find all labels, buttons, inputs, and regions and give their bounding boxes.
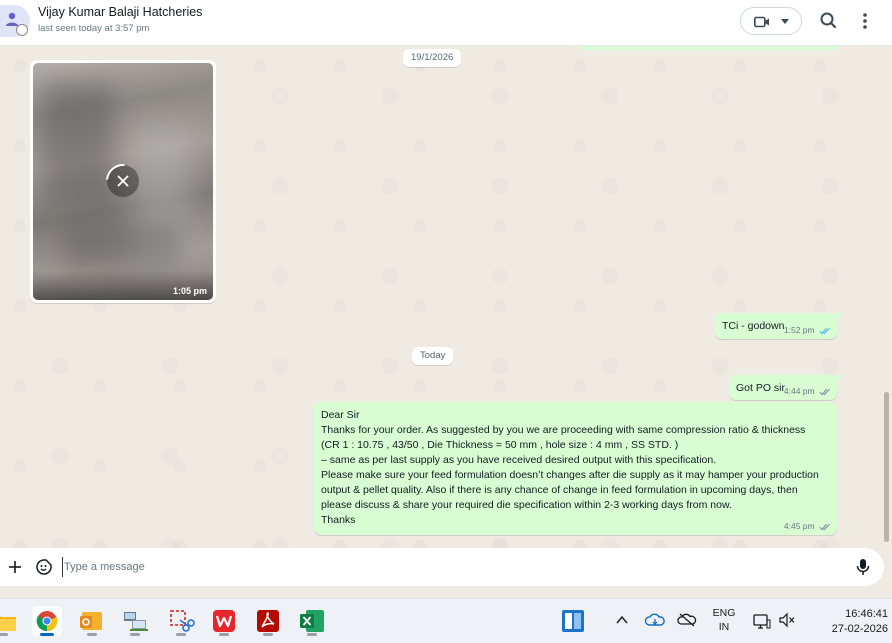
message-line: (CR 1 : 10.75 , 43/50 , Die Thickness = … xyxy=(321,439,679,451)
video-camera-icon xyxy=(754,16,769,28)
taskbar-network-app[interactable] xyxy=(120,606,150,636)
keyboard-region: IN xyxy=(718,621,730,633)
mail-app-icon xyxy=(80,612,102,630)
message-meta: 4:44 pm xyxy=(784,386,831,396)
attach-button[interactable] xyxy=(6,558,24,576)
chrome-icon xyxy=(36,611,58,632)
language-indicator[interactable]: ENG IN xyxy=(707,607,741,633)
plus-icon xyxy=(9,561,21,573)
taskbar-snipping-tool[interactable] xyxy=(166,606,196,636)
sticker-icon xyxy=(36,559,52,575)
scissors-icon xyxy=(170,610,195,632)
contact-name[interactable]: Vijay Kumar Balaji Hatcheries xyxy=(38,5,202,19)
compose-bar xyxy=(0,548,892,598)
taskbar-excel[interactable] xyxy=(297,606,327,636)
message-line: output & pellet quality. Also if there i… xyxy=(321,484,798,496)
taskbar-acrobat[interactable] xyxy=(253,606,283,636)
message-list[interactable]: 19/1/2026 1:05 pm TCi - godown 1:52 pm T… xyxy=(0,46,892,548)
contact-avatar[interactable] xyxy=(0,5,30,37)
cloud-offline-tray-button[interactable] xyxy=(677,612,697,628)
cloud-sync-icon xyxy=(644,613,665,626)
date-separator: 19/1/2026 xyxy=(403,49,462,67)
message-text: Dear Sir Thanks for your order. As sugge… xyxy=(321,408,829,528)
message-time: 4:44 pm xyxy=(783,386,815,396)
search-icon xyxy=(820,12,837,29)
windows-taskbar: ENG IN 16:46:41 27-02-2026 xyxy=(0,598,892,643)
network-tray-button[interactable] xyxy=(752,612,772,630)
show-hidden-icons-button[interactable] xyxy=(614,613,630,627)
outgoing-message[interactable]: Got PO sir 4:44 pm xyxy=(729,375,843,400)
previous-message-bubble xyxy=(578,46,840,50)
image-thumbnail[interactable]: 1:05 pm xyxy=(33,63,213,300)
monitor-network-icon xyxy=(753,614,771,629)
read-receipt-icon xyxy=(819,327,831,335)
clock-date: 27-02-2026 xyxy=(831,623,888,635)
status-clock-icon xyxy=(16,24,28,36)
taskbar-outlook[interactable] xyxy=(77,606,107,636)
cloud-offline-icon xyxy=(677,613,697,627)
image-message[interactable]: 1:05 pm xyxy=(30,60,216,303)
message-line: – same as per last supply as you have re… xyxy=(321,454,717,466)
taskbar-file-explorer[interactable] xyxy=(0,606,18,636)
volume-tray-button[interactable] xyxy=(778,612,796,628)
chevron-up-icon xyxy=(616,615,628,624)
outgoing-message[interactable]: Dear Sir Thanks for your order. As sugge… xyxy=(314,402,837,535)
more-options-button[interactable] xyxy=(856,10,874,32)
wps-office-icon xyxy=(213,610,235,632)
taskbar-chrome[interactable] xyxy=(32,606,62,636)
date-separator: Today xyxy=(412,347,454,365)
message-meta: 4:45 pm xyxy=(784,521,831,531)
delivered-receipt-icon xyxy=(819,523,831,531)
pdf-icon xyxy=(257,610,279,632)
speaker-muted-icon xyxy=(779,612,795,628)
computer-network-icon xyxy=(124,612,148,631)
message-line: please discuss & share your required die… xyxy=(321,499,732,511)
message-meta: 1:52 pm xyxy=(784,325,831,335)
message-line: Thanks xyxy=(321,514,356,526)
message-text: TCi - godown xyxy=(722,320,785,332)
taskbar-widgets[interactable] xyxy=(558,606,588,636)
search-button[interactable] xyxy=(818,10,840,32)
delivered-receipt-icon xyxy=(819,388,831,396)
outgoing-message[interactable]: TCi - godown 1:52 pm xyxy=(715,313,843,339)
message-time: 4:45 pm xyxy=(783,521,815,531)
message-line: Please make sure your feed formulation d… xyxy=(321,469,819,481)
chat-header: Vijay Kumar Balaji Hatcheries last seen … xyxy=(0,0,892,46)
video-call-button[interactable] xyxy=(740,7,802,35)
chevron-down-icon xyxy=(781,19,789,24)
folder-icon xyxy=(0,616,16,631)
sticker-button[interactable] xyxy=(35,558,53,576)
message-line: Dear Sir xyxy=(321,409,360,421)
message-line: Thanks for your order. As suggested by y… xyxy=(321,424,806,436)
excel-icon xyxy=(300,610,324,632)
language-code: ENG xyxy=(712,607,736,619)
message-text: Got PO sir xyxy=(736,382,786,394)
cancel-download-button[interactable] xyxy=(99,157,147,205)
onedrive-tray-button[interactable] xyxy=(644,612,666,628)
message-time: 1:05 pm xyxy=(172,286,207,296)
system-clock[interactable]: 16:46:41 27-02-2026 xyxy=(808,607,888,637)
close-icon xyxy=(117,175,129,187)
kebab-menu-icon xyxy=(863,13,867,29)
chat-scrollbar[interactable] xyxy=(884,392,889,542)
taskbar-wps-office[interactable] xyxy=(209,606,239,636)
message-time: 1:52 pm xyxy=(783,325,815,335)
clock-time: 16:46:41 xyxy=(845,608,888,620)
compose-box xyxy=(0,548,884,586)
message-input[interactable] xyxy=(62,557,842,577)
voice-message-button[interactable] xyxy=(854,557,872,577)
microphone-icon xyxy=(856,559,870,575)
last-seen-status: last seen today at 3:57 pm xyxy=(38,23,150,34)
widgets-icon xyxy=(562,610,584,632)
